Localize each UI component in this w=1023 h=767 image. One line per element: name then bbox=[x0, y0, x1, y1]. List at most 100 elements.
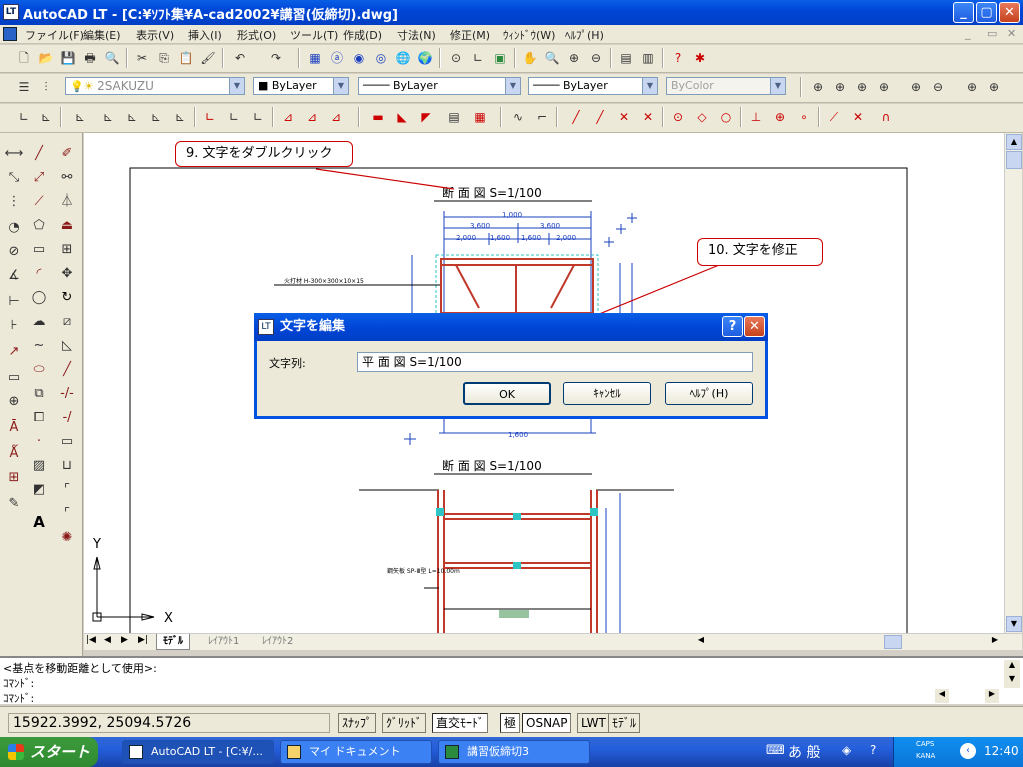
web-icon[interactable]: ◉ bbox=[349, 48, 369, 68]
circle-icon[interactable]: ◯ bbox=[28, 287, 50, 309]
zoom-window-icon[interactable]: ⊕ bbox=[564, 48, 584, 68]
fillet-icon[interactable]: ⌜ bbox=[56, 503, 78, 525]
center-mark-icon[interactable]: ⊕ bbox=[3, 391, 25, 413]
spline-icon[interactable]: ∼ bbox=[28, 335, 50, 357]
trim-icon[interactable]: -/- bbox=[56, 383, 78, 405]
plotstyle-dropdown[interactable]: ByColor ▼ bbox=[666, 77, 786, 95]
tab-layout1[interactable]: ﾚｲｱｳﾄ1 bbox=[202, 634, 245, 650]
ray-icon[interactable]: ⤢ bbox=[28, 167, 50, 189]
aerial-view-icon[interactable]: ▤ bbox=[616, 48, 636, 68]
dim-edit-icon[interactable]: Ā bbox=[3, 417, 25, 439]
snap-apparent-icon[interactable]: ✕ bbox=[638, 107, 658, 127]
polyline-icon[interactable]: ⟋ bbox=[28, 191, 50, 213]
zoom-realtime-icon[interactable]: 🔍 bbox=[542, 48, 562, 68]
dim-continue-icon[interactable]: ⊦ bbox=[3, 315, 25, 337]
menu-edit[interactable]: 編集(E) bbox=[83, 27, 121, 43]
text-string-input[interactable]: 平 面 図 S=1/100 bbox=[357, 352, 753, 372]
ucs-z-icon[interactable]: ∟ bbox=[224, 107, 244, 127]
dim-aligned-icon[interactable]: ⊾ bbox=[36, 107, 56, 127]
text-style-icon[interactable]: ▤ bbox=[444, 107, 464, 127]
move-icon[interactable]: ✥ bbox=[56, 263, 78, 285]
zoom-scale-icon[interactable]: ⊕ bbox=[852, 77, 872, 97]
preview-icon[interactable]: 🔍 bbox=[102, 48, 122, 68]
osnap-midpoint-icon[interactable]: ⌐ bbox=[532, 107, 552, 127]
cloud-icon[interactable]: ☁ bbox=[28, 311, 50, 333]
ucs-face-icon[interactable]: ⊾ bbox=[122, 107, 142, 127]
cancel-button[interactable]: ｷｬﾝｾﾙ bbox=[563, 382, 651, 405]
menu-modify[interactable]: 修正(M) bbox=[450, 27, 490, 43]
model-toggle[interactable]: ﾓﾃﾞﾙ bbox=[608, 713, 641, 733]
zoom-center-icon[interactable]: ⊕ bbox=[874, 77, 894, 97]
task-excel[interactable]: 講習仮締切3 bbox=[438, 740, 590, 764]
tab-last-icon[interactable]: ▶| bbox=[138, 635, 148, 645]
ucs-object-icon[interactable]: ⊾ bbox=[98, 107, 118, 127]
array-icon[interactable]: ⊞ bbox=[56, 239, 78, 261]
expand-tray-icon[interactable]: ‹ bbox=[960, 743, 976, 759]
zoom-in-icon[interactable]: ⊕ bbox=[906, 77, 926, 97]
tab-layout2[interactable]: ﾚｲｱｳﾄ2 bbox=[256, 634, 299, 650]
zoom-previous-icon[interactable]: ⊖ bbox=[586, 48, 606, 68]
vertical-scrollbar[interactable]: ▲ ▼ bbox=[1004, 133, 1022, 633]
leader-icon[interactable]: ↗ bbox=[3, 341, 25, 363]
boundary-icon[interactable]: ◤ bbox=[416, 107, 436, 127]
undo-icon[interactable]: ↶ bbox=[230, 48, 250, 68]
zoom-dynamic-icon[interactable]: ⊕ bbox=[830, 77, 850, 97]
offset-icon[interactable]: ⏏ bbox=[56, 215, 78, 237]
dim-radius-icon[interactable]: ◔ bbox=[3, 217, 25, 239]
extra-icon[interactable]: ✱ bbox=[690, 48, 710, 68]
layers-icon[interactable]: ☰ bbox=[14, 77, 34, 97]
menu-help[interactable]: ﾍﾙﾌﾟ(H) bbox=[565, 27, 604, 43]
command-window[interactable]: <基点を移動距離として使用>: ｺﾏﾝﾄﾞ: ｺﾏﾝﾄﾞ: ▲ ▼ ◀ ▶ bbox=[0, 656, 1023, 705]
copy-object-icon[interactable]: ⚯ bbox=[56, 167, 78, 189]
help-icon[interactable]: ? bbox=[668, 48, 688, 68]
autocad-app-icon[interactable]: LT bbox=[3, 4, 19, 20]
region-icon[interactable]: ◣ bbox=[392, 107, 412, 127]
keyboard-icon[interactable]: ⌨ bbox=[766, 743, 785, 758]
ellipse-icon[interactable]: ⬭ bbox=[28, 359, 50, 381]
snap-perpendicular-icon[interactable]: ⊥ bbox=[746, 107, 766, 127]
lineweight-dropdown[interactable]: ──── ByLayer ▼ bbox=[528, 77, 658, 95]
dim-angular-icon[interactable]: ∡ bbox=[3, 265, 25, 287]
pan-icon[interactable]: ✋ bbox=[520, 48, 540, 68]
make-current-icon[interactable]: ⫶ bbox=[36, 77, 56, 97]
ucs-origin-icon[interactable]: ⊾ bbox=[170, 107, 190, 127]
point-icon[interactable]: · bbox=[28, 431, 50, 453]
redo-icon[interactable]: ↷ bbox=[266, 48, 286, 68]
hyperlink-icon[interactable]: ◎ bbox=[371, 48, 391, 68]
save-icon[interactable]: 💾 bbox=[58, 48, 78, 68]
ucs-3point-icon[interactable]: ∟ bbox=[248, 107, 268, 127]
scroll-down-icon[interactable]: ▼ bbox=[1006, 616, 1022, 632]
inquiry-icon[interactable]: ⊙ bbox=[446, 48, 466, 68]
menu-view[interactable]: 表示(V) bbox=[136, 27, 174, 43]
tab-next-icon[interactable]: ▶ bbox=[121, 635, 128, 645]
ucs-rotate-z-icon[interactable]: ⊿ bbox=[326, 107, 346, 127]
print-icon[interactable]: 🖶 bbox=[80, 48, 100, 68]
ortho-toggle[interactable]: 直交ﾓｰﾄﾞ bbox=[432, 713, 489, 733]
tab-prev-icon[interactable]: ◀ bbox=[104, 635, 111, 645]
cut-icon[interactable]: ✂ bbox=[132, 48, 152, 68]
doc-close-icon[interactable]: ✕ bbox=[1007, 27, 1016, 40]
document-icon[interactable] bbox=[3, 27, 17, 41]
chamfer-icon[interactable]: ⌜ bbox=[56, 479, 78, 501]
cmd-hscroll-right-icon[interactable]: ▶ bbox=[985, 689, 999, 703]
menu-draw[interactable]: 作成(D) bbox=[343, 27, 382, 43]
cmd-scroll-up-icon[interactable]: ▲ bbox=[1004, 660, 1020, 674]
table-icon[interactable]: ▦ bbox=[470, 107, 490, 127]
snap-intersect-icon[interactable]: ✕ bbox=[614, 107, 634, 127]
snap-perp-icon[interactable]: ╱ bbox=[590, 107, 610, 127]
tab-first-icon[interactable]: |◀ bbox=[86, 635, 96, 645]
dim-diameter-icon[interactable]: ⊘ bbox=[3, 241, 25, 263]
ucs-rotate-y-icon[interactable]: ⊿ bbox=[302, 107, 322, 127]
match-properties-icon[interactable]: 🖌 bbox=[198, 48, 218, 68]
zoom-window-icon[interactable]: ⊕ bbox=[808, 77, 828, 97]
menu-tools[interactable]: ツール(T) bbox=[290, 27, 338, 43]
regen-icon[interactable]: ▥ bbox=[638, 48, 658, 68]
menu-dimension[interactable]: 寸法(N) bbox=[397, 27, 436, 43]
grid-toggle[interactable]: ｸﾞﾘｯﾄﾞ bbox=[382, 713, 427, 733]
dim-linear-icon[interactable]: ⟷ bbox=[3, 143, 25, 165]
break-icon[interactable]: ▭ bbox=[56, 431, 78, 453]
network-icon[interactable]: 🌍 bbox=[415, 48, 435, 68]
task-autocad[interactable]: AutoCAD LT - [C:¥/... bbox=[122, 740, 274, 764]
join-icon[interactable]: ⊔ bbox=[56, 455, 78, 477]
snap-center-icon[interactable]: ⊙ bbox=[668, 107, 688, 127]
